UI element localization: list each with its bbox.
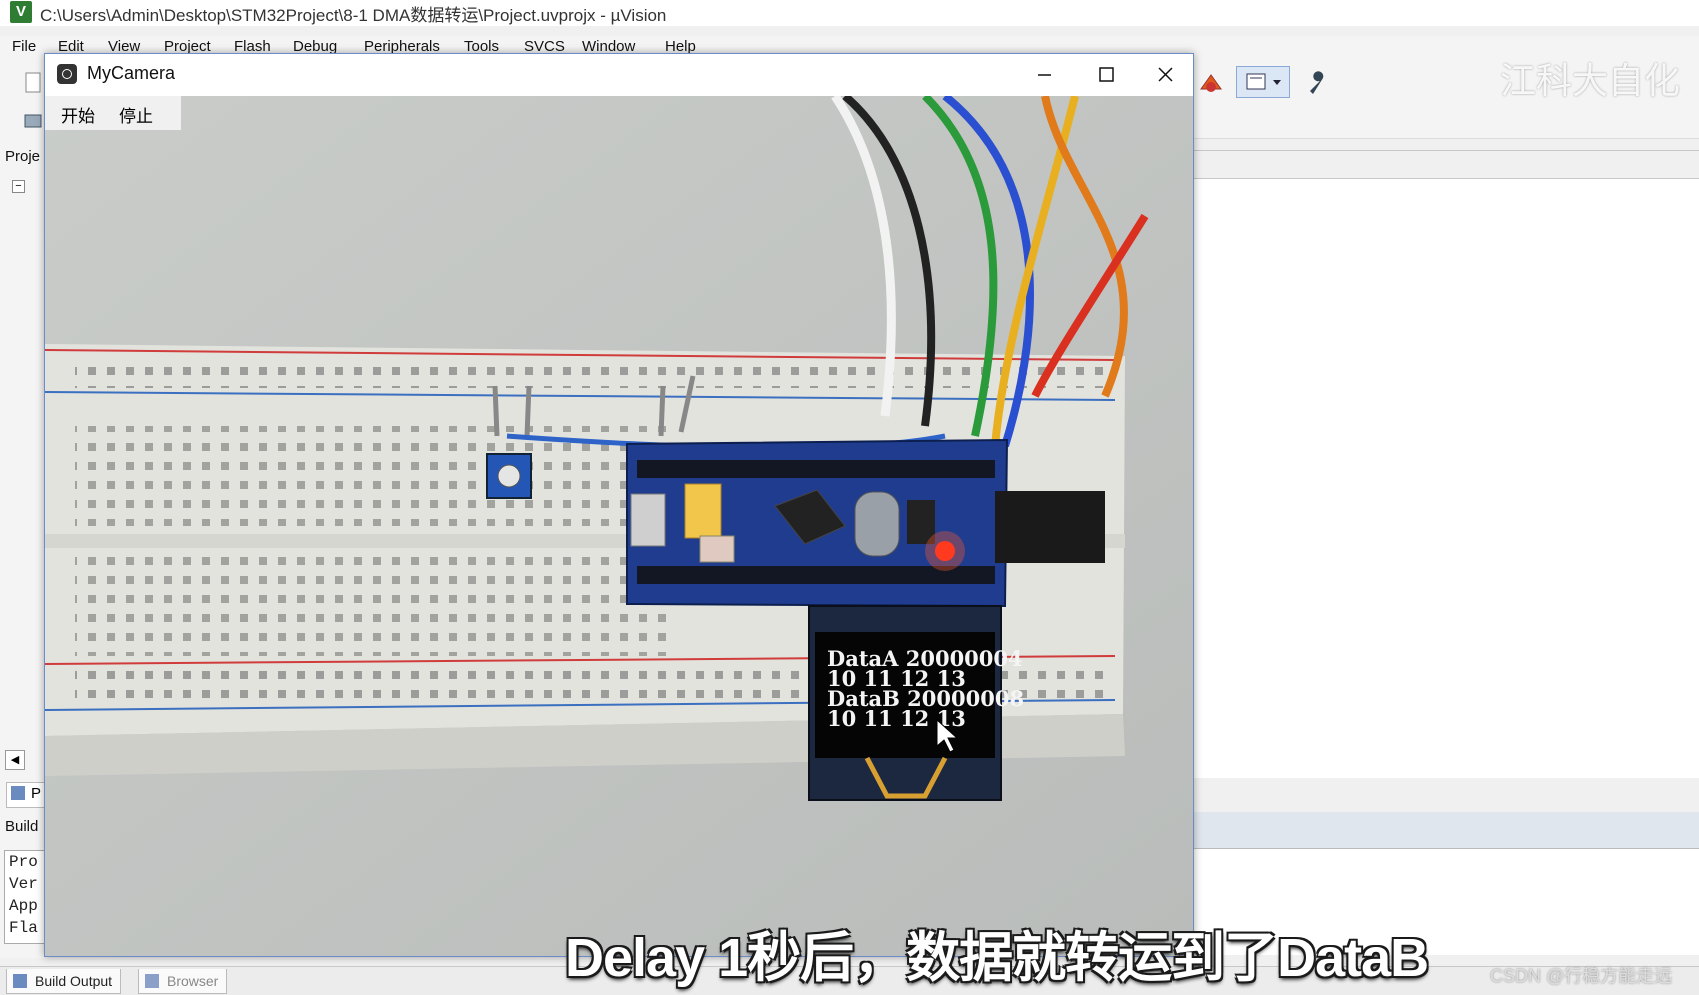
camera-toolbar: 开始 停止 (45, 96, 181, 130)
csdn-watermark: CSDN @行稳方能走远 (1490, 966, 1673, 986)
tab-browser[interactable]: Browser (138, 969, 228, 994)
project-tab[interactable]: P (6, 782, 46, 808)
stop-button[interactable]: 停止 (119, 102, 153, 127)
build-line: Ver (9, 875, 38, 893)
breadboard-scene: DataA 20000004 10 11 12 13 DataB 2000000… (45, 96, 1193, 956)
editor-area[interactable] (1192, 178, 1699, 779)
camera-video-feed: DataA 20000004 10 11 12 13 DataB 2000000… (45, 96, 1193, 956)
channel-watermark: 江科大自化 (1500, 60, 1681, 101)
uvision-logo-icon: V (10, 1, 32, 23)
editor-tab-strip (1192, 150, 1699, 179)
tree-collapse-icon[interactable]: − (12, 180, 25, 193)
minimize-button[interactable] (1013, 54, 1075, 96)
scroll-left-icon[interactable]: ◀ (5, 750, 25, 770)
camera-window[interactable]: MyCamera DataA 20000004 10 11 12 13 Data… (44, 53, 1194, 957)
build-line: App (9, 897, 38, 915)
uvision-title: C:\Users\Admin\Desktop\STM32Project\8-1 … (40, 6, 667, 25)
browser-icon (145, 974, 159, 988)
pack-installer-icon[interactable] (1196, 68, 1226, 98)
camera-title-bar[interactable]: MyCamera (45, 54, 1193, 96)
tab-build-output[interactable]: Build Output (6, 969, 122, 994)
build-line: Fla (9, 919, 38, 937)
project-tab-label: P (31, 785, 42, 802)
wrench-icon[interactable] (1303, 68, 1333, 98)
project-tab-icon (11, 786, 25, 800)
build-output-icon (13, 974, 27, 988)
video-subtitle: Delay 1秒后，数据就转运到了DataB (565, 928, 1429, 988)
camera-icon (57, 64, 77, 84)
tab-browser-label: Browser (167, 973, 219, 989)
uvision-title-bar: V C:\Users\Admin\Desktop\STM32Project\8-… (0, 0, 1699, 26)
build-panel-title: Build (5, 818, 39, 835)
build-output-text: Pro Ver App Fla (4, 850, 46, 944)
build-output-header (1192, 812, 1699, 848)
close-button[interactable] (1137, 54, 1193, 96)
start-button[interactable]: 开始 (61, 102, 95, 127)
camera-window-title: MyCamera (87, 63, 176, 83)
maximize-button[interactable] (1075, 54, 1137, 96)
project-panel: Proje − ◀ P Build (0, 138, 46, 958)
menu-file[interactable]: File (12, 38, 36, 55)
editor-scroll-area (1192, 778, 1699, 812)
project-panel-title: Proje (5, 148, 41, 165)
tab-build-output-label: Build Output (35, 973, 113, 989)
build-line: Pro (9, 853, 38, 871)
window-layout-dropdown[interactable] (1236, 66, 1290, 98)
